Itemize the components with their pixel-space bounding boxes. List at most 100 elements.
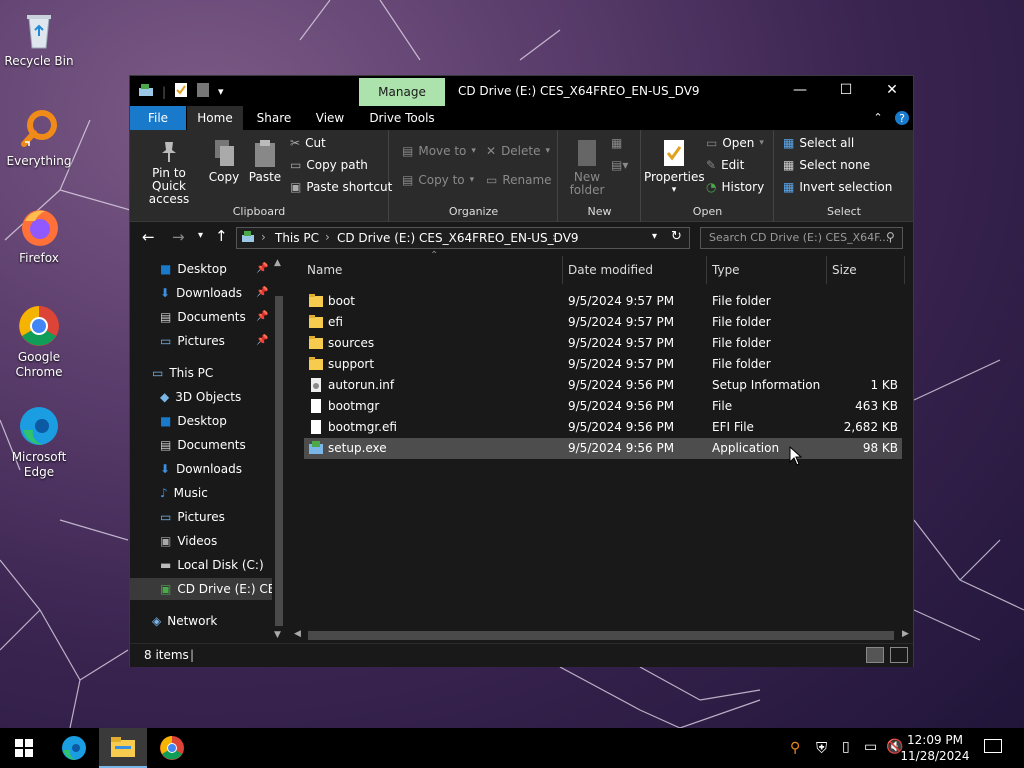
horizontal-scrollbar[interactable]: ◀ ▶ — [290, 627, 913, 643]
refresh-icon[interactable]: ↻ — [671, 229, 682, 244]
file-row-autorun-inf[interactable]: autorun.inf 9/5/2024 9:56 PM Setup Informa… — [304, 375, 902, 396]
maximize-button[interactable]: ☐ — [823, 76, 869, 106]
paste-shortcut-button[interactable]: ▣ Paste shortcut — [290, 180, 392, 194]
nav-item-videos[interactable]: ▣ Videos — [160, 530, 217, 552]
new-folder-button[interactable]: New folder — [565, 138, 609, 197]
large-icons-view-icon[interactable] — [890, 647, 908, 663]
properties-icon[interactable] — [174, 82, 188, 101]
pictures-icon: ▭ — [160, 510, 172, 524]
security-shield-icon[interactable]: ⛨ — [816, 739, 827, 757]
taskbar-edge-icon[interactable] — [50, 728, 98, 768]
select-none-button[interactable]: ▦ Select none — [783, 158, 870, 172]
invert-selection-button[interactable]: ▦ Invert selection — [783, 180, 892, 194]
clock[interactable]: 12:09 PM 11/28/2024 — [900, 732, 970, 764]
forward-button[interactable]: → — [172, 228, 185, 246]
everything-tray-icon[interactable]: ⚲ — [790, 740, 800, 756]
address-box[interactable]: › This PC › CD Drive (E:) CES_X64FREO_EN… — [236, 227, 690, 249]
column-header-name[interactable]: Name — [307, 256, 342, 284]
desktop-icon-everything[interactable]: Everything — [4, 108, 74, 169]
file-row-setup-exe[interactable]: setup.exe 9/5/2024 9:56 PM Application 98 K… — [304, 438, 902, 459]
tab-drive-tools[interactable]: Drive Tools — [362, 106, 442, 130]
notification-center-icon[interactable] — [984, 739, 1002, 753]
file-row-efi[interactable]: efi 9/5/2024 9:57 PM File folder — [304, 312, 902, 333]
copy-to-button[interactable]: ▤ Copy to ▾ — [402, 173, 474, 187]
nav-item-pictures[interactable]: ▭ Pictures 📌 — [160, 330, 268, 352]
nav-item-desktop[interactable]: ■ Desktop 📌 — [160, 258, 268, 280]
nav-item-network[interactable]: ◈ Network — [152, 610, 217, 632]
nav-scroll-thumb[interactable] — [275, 296, 283, 626]
nav-item-pc-desktop[interactable]: ■ Desktop — [160, 410, 227, 432]
nav-item-cd-drive[interactable]: ▣ CD Drive (E:) CES — [130, 578, 272, 600]
search-input[interactable]: Search CD Drive (E:) CES_X64F... — [700, 227, 903, 249]
back-button[interactable]: ← — [142, 228, 155, 246]
desktop-icon-chrome[interactable]: Google Chrome — [4, 304, 74, 380]
nav-scrollbar[interactable]: ▲ ▼ — [272, 256, 286, 643]
minimize-button[interactable]: — — [777, 76, 823, 106]
horizontal-scroll-thumb[interactable] — [308, 631, 894, 640]
nav-item-local-disk[interactable]: ▬ Local Disk (C:) — [160, 554, 264, 576]
file-row-sources[interactable]: sources 9/5/2024 9:57 PM File folder — [304, 333, 902, 354]
help-icon[interactable]: ? — [894, 106, 910, 130]
address-dropdown-chevron-down-icon[interactable]: ▾ — [652, 231, 657, 242]
history-button[interactable]: ◔ History — [706, 180, 764, 194]
tab-home[interactable]: Home — [187, 106, 243, 130]
tab-manage[interactable]: Manage — [359, 78, 445, 106]
copy-button[interactable]: Copy — [206, 138, 242, 184]
delete-button[interactable]: ✕ Delete ▾ — [486, 144, 550, 158]
cd-drive-small-icon — [241, 230, 255, 247]
copy-path-button[interactable]: ▭ Copy path — [290, 158, 368, 172]
nav-item-this-pc[interactable]: ▭ This PC — [152, 362, 213, 384]
paste-button[interactable]: Paste — [246, 138, 284, 184]
properties-button[interactable]: Properties ▾ — [644, 138, 705, 197]
taskbar-file-explorer-icon[interactable] — [99, 728, 147, 768]
scroll-down-icon[interactable]: ▼ — [274, 630, 281, 640]
file-row-support[interactable]: support 9/5/2024 9:57 PM File folder — [304, 354, 902, 375]
3d-objects-icon: ◆ — [160, 390, 170, 404]
rename-button[interactable]: ▭ Rename — [486, 173, 552, 187]
select-all-button[interactable]: ▦ Select all — [783, 136, 854, 150]
file-row-boot[interactable]: boot 9/5/2024 9:57 PM File folder — [304, 291, 902, 312]
scroll-up-icon[interactable]: ▲ — [274, 258, 281, 268]
new-folder-icon — [565, 138, 609, 171]
cut-button[interactable]: ✂ Cut — [290, 136, 326, 150]
collapse-ribbon-icon[interactable]: ⌃ — [870, 106, 886, 130]
pin-quick-access-button[interactable]: Pin to Quick access — [136, 138, 202, 206]
tab-file[interactable]: File — [130, 106, 186, 130]
tab-view[interactable]: View — [304, 106, 356, 130]
edit-button[interactable]: ✎ Edit — [706, 158, 744, 172]
move-to-button[interactable]: ▤ Move to ▾ — [402, 144, 476, 158]
network-tray-icon[interactable]: ▭ — [864, 739, 877, 755]
recent-locations-chevron-down-icon[interactable]: ▾ — [198, 230, 203, 241]
usb-device-icon[interactable]: ▯ — [842, 739, 850, 755]
breadcrumb-cd-drive[interactable]: CD Drive (E:) CES_X64FREO_EN-US_DV9 — [337, 231, 579, 245]
desktop-icon-recycle-bin[interactable]: Recycle Bin — [4, 8, 74, 69]
nav-item-music[interactable]: ♪ Music — [160, 482, 208, 504]
file-row-bootmgr-efi[interactable]: bootmgr.efi 9/5/2024 9:56 PM EFI File 2,682… — [304, 417, 902, 438]
details-view-icon[interactable] — [866, 647, 884, 663]
new-folder-qat-icon[interactable] — [196, 82, 210, 101]
taskbar-chrome-icon[interactable] — [148, 728, 196, 768]
nav-item-pc-pictures[interactable]: ▭ Pictures — [160, 506, 225, 528]
column-header-type[interactable]: Type — [712, 256, 740, 284]
column-header-date[interactable]: Date modified — [568, 256, 653, 284]
desktop-icon-firefox[interactable]: Firefox — [4, 205, 74, 266]
up-button[interactable]: ↑ — [215, 227, 228, 245]
new-item-icon[interactable]: ▦ — [611, 136, 622, 150]
tab-share[interactable]: Share — [248, 106, 300, 130]
column-header-size[interactable]: Size — [832, 256, 857, 284]
desktop-icon-edge[interactable]: Microsoft Edge — [4, 404, 74, 480]
nav-item-3d-objects[interactable]: ◆ 3D Objects — [160, 386, 241, 408]
nav-item-pc-downloads[interactable]: ⬇ Downloads — [160, 458, 242, 480]
open-button[interactable]: ▭ Open ▾ — [706, 136, 764, 150]
breadcrumb-this-pc[interactable]: This PC — [275, 231, 319, 245]
scroll-right-icon[interactable]: ▶ — [902, 629, 909, 639]
file-row-bootmgr[interactable]: bootmgr 9/5/2024 9:56 PM File 463 KB — [304, 396, 902, 417]
customize-qat-icon[interactable]: ▾ — [218, 85, 224, 98]
windows-start-icon[interactable] — [0, 728, 48, 768]
close-button[interactable]: ✕ — [869, 76, 915, 106]
nav-item-pc-documents[interactable]: ▤ Documents — [160, 434, 246, 456]
scroll-left-icon[interactable]: ◀ — [294, 629, 301, 639]
nav-item-documents[interactable]: ▤ Documents 📌 — [160, 306, 268, 328]
nav-item-downloads[interactable]: ⬇ Downloads 📌 — [160, 282, 268, 304]
easy-access-icon[interactable]: ▤▾ — [611, 158, 628, 172]
